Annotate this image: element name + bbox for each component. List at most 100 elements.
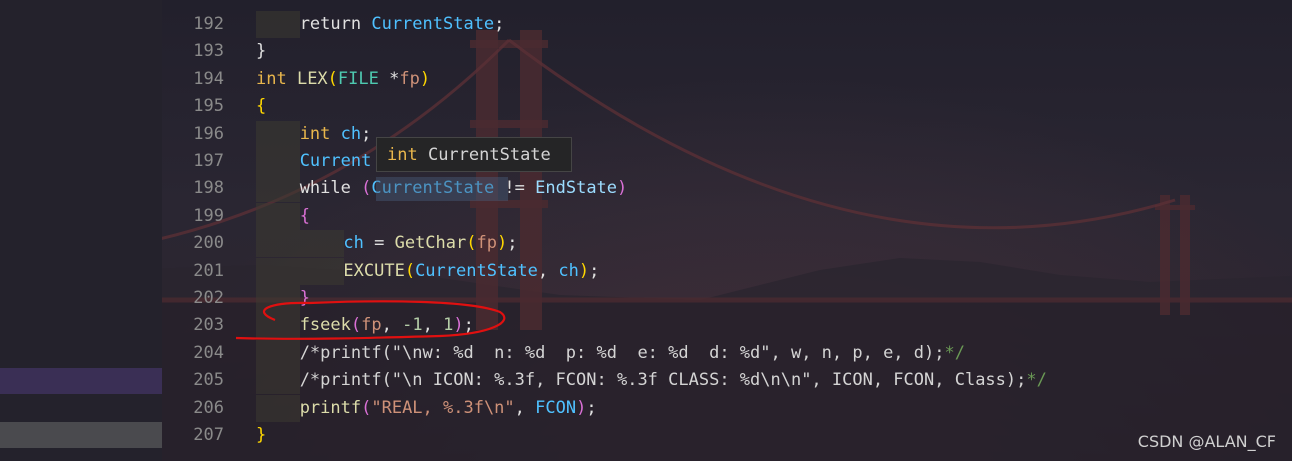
indent-guide [256, 148, 300, 175]
code-token: ; [494, 14, 505, 34]
code-line[interactable]: 201 EXCUTE(CurrentState, ch); [0, 257, 1292, 285]
code-token: printf [299, 397, 362, 418]
code-text: return CurrentState; [300, 11, 505, 38]
indent-guide [256, 339, 300, 367]
indent-guide [256, 230, 300, 258]
indent-guide [256, 175, 300, 203]
indent-guide [300, 230, 344, 258]
code-token: , [514, 397, 536, 418]
code-line[interactable]: 205 /*printf("\n ICON: %.3f, FCON: %.3f C… [0, 367, 1292, 395]
line-number: 195 [193, 96, 224, 117]
code-text: Current [300, 148, 372, 175]
code-token: ( [466, 233, 477, 254]
code-line[interactable]: 194 int LEX(FILE *fp) [0, 66, 1292, 93]
code-line[interactable]: 192 return CurrentState; [0, 11, 1292, 38]
code-token: LEX [296, 68, 328, 89]
code-line[interactable]: 193} [0, 38, 1292, 65]
line-number: 200 [193, 233, 224, 254]
code-token: 1 [443, 315, 454, 336]
code-token: int [256, 68, 297, 89]
code-text: printf("REAL, %.3f\n", FCON); [300, 395, 597, 422]
code-token: ch [340, 123, 362, 144]
line-number: 204 [193, 342, 224, 363]
code-token: ) [453, 315, 464, 336]
word-highlight [376, 177, 508, 201]
code-token: while [299, 178, 362, 199]
code-token: FCON [535, 397, 577, 418]
indent-guide [256, 367, 300, 395]
code-token: ; [361, 123, 372, 144]
code-token: , [537, 260, 559, 281]
code-line[interactable]: 204 /*printf("\nw: %d n: %d p: %d e: %d d… [0, 339, 1292, 367]
indent-guide [256, 120, 300, 148]
code-token: , [422, 315, 444, 336]
tooltip-type: int [387, 145, 418, 165]
code-token: ; [507, 233, 518, 254]
code-token: { [299, 205, 310, 226]
code-token: , [381, 315, 403, 336]
code-line[interactable]: 195 { [0, 93, 1292, 120]
code-line[interactable]: 200 ch = GetChar(fp); [0, 230, 1292, 258]
code-line[interactable]: 203 fseek(fp, -1, 1); [0, 312, 1292, 340]
code-token: ( [327, 68, 338, 89]
code-line[interactable]: 206 printf("REAL, %.3f\n", FCON); [0, 394, 1292, 422]
code-token: FILE [337, 68, 390, 89]
code-token: fp [476, 233, 497, 254]
indent-guide [256, 312, 300, 340]
line-number: 193 [193, 41, 224, 62]
code-token: ) [419, 68, 431, 89]
indent-guide [256, 285, 300, 312]
code-text: } [300, 285, 310, 312]
code-token: GetChar [394, 233, 467, 254]
code-token: { [256, 96, 267, 117]
code-token: ( [350, 315, 362, 336]
hover-tooltip: int CurrentState [376, 137, 572, 172]
code-token: = [363, 233, 395, 254]
watermark: CSDN @ALAN_CF [1137, 432, 1276, 451]
code-line[interactable]: 207} [0, 422, 1292, 449]
line-number: 201 [193, 260, 224, 281]
code-token: */ [1026, 370, 1047, 391]
code-line[interactable]: 196 int ch; [0, 120, 1292, 148]
code-text: ch = GetChar(fp); [343, 230, 517, 257]
code-token: ch [343, 233, 364, 254]
code-token: "REAL, %.3f\n" [371, 397, 515, 418]
code-token: ; [586, 397, 597, 418]
code-token: ) [576, 397, 587, 418]
code-token: Current [299, 151, 372, 171]
code-token: fp [361, 315, 382, 336]
code-text: } [256, 422, 266, 449]
code-token: int [299, 123, 341, 144]
code-token: ( [361, 178, 372, 199]
code-text: { [300, 203, 310, 230]
code-line[interactable]: 202} [0, 285, 1292, 312]
indent-guide [256, 394, 300, 422]
code-text: fseek(fp, -1, 1); [300, 312, 474, 339]
line-number: 199 [193, 205, 224, 226]
code-token: EXCUTE [343, 260, 405, 281]
code-token: return [299, 14, 372, 34]
code-text: /*printf("\n ICON: %.3f, FCON: %.3f CLAS… [300, 367, 1047, 394]
code-editor[interactable]: 192 return CurrentState; 193} 194 int LEX(FI… [0, 0, 1292, 461]
code-line[interactable]: 198 while (CurrentState != EndState) [0, 175, 1292, 203]
line-number: 205 [193, 370, 224, 391]
line-number: 207 [193, 425, 224, 445]
line-number: 203 [193, 315, 224, 336]
code-token: } [299, 288, 310, 308]
code-token: /*printf("\nw: %d n: %d p: %d e: %d d: %… [299, 342, 945, 363]
code-token: ( [361, 397, 372, 418]
code-text: int ch; [300, 121, 372, 148]
indent-guide [256, 257, 300, 285]
code-text: EXCUTE(CurrentState, ch); [343, 258, 599, 285]
code-token: CurrentState [371, 14, 495, 34]
code-text: } [256, 38, 266, 65]
line-number: 196 [193, 123, 224, 144]
code-token: -1 [402, 315, 423, 336]
code-token: ) [496, 233, 508, 254]
code-token: /*printf("\n ICON: %.3f, FCON: %.3f CLAS… [299, 370, 1027, 391]
code-line[interactable]: 197 Current [0, 148, 1292, 175]
code-line[interactable]: 199 { [0, 202, 1292, 230]
line-number: 206 [193, 397, 224, 418]
code-token: CurrentState [415, 260, 538, 281]
code-token: ; [589, 260, 600, 281]
